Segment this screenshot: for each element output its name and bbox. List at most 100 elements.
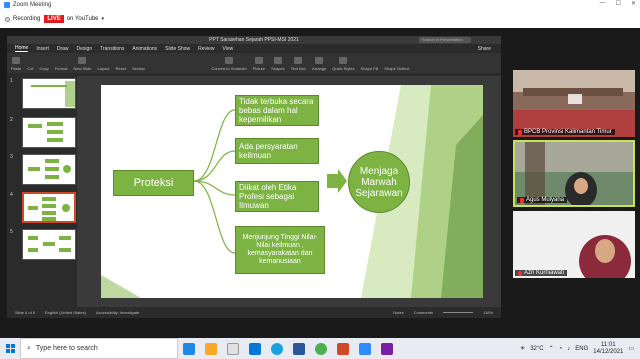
menu-design[interactable]: Design [77, 46, 93, 52]
ppt-title: PPT Sarasehan Sejarah PPSI-MSI 2021 [209, 37, 299, 43]
layout-button[interactable]: Layout [98, 66, 110, 71]
menu-animations[interactable]: Animations [132, 46, 157, 52]
shape-outline-label: Shape Outline [384, 66, 410, 71]
slide-thumbnail[interactable] [22, 117, 76, 148]
quick-styles-label: Quick Styles [332, 66, 355, 71]
menu-transitions[interactable]: Transitions [100, 46, 124, 52]
store-icon[interactable] [227, 342, 239, 355]
slide-thumbnail-selected[interactable] [22, 192, 76, 223]
clock[interactable]: 11:01 14/12/2021 [593, 342, 623, 356]
search-placeholder: Type here to search [35, 345, 98, 352]
language-status[interactable]: English (United States) [45, 310, 86, 315]
file-explorer-icon[interactable] [205, 342, 217, 355]
slide-thumbnail[interactable] [22, 78, 76, 109]
paste-icon [12, 57, 21, 64]
windows-logo-icon [5, 344, 15, 353]
mic-muted-icon [520, 197, 524, 203]
menu-slide-show[interactable]: Slide Show [165, 46, 190, 52]
ppt-ribbon: Paste Cut Copy Format New Slide Layout R… [7, 53, 501, 73]
ppt-status-bar: Slide 4 of 5 English (United States) Acc… [7, 307, 501, 318]
participant-tile[interactable]: Azri Kurniawati [513, 211, 635, 278]
thumb-number: 1 [10, 78, 13, 84]
point-box-1: Tidak terbuka secara bebas dalam hal kep… [235, 95, 319, 126]
language-indicator[interactable]: ENG [575, 346, 588, 352]
result-circle: Menjaga Marwah Sejarawan [348, 151, 410, 213]
arrange-label: Arrange [312, 66, 327, 71]
shape-outline-button[interactable]: Shape Outline [384, 66, 409, 71]
shapes-button[interactable]: Shapes [271, 57, 285, 71]
quick-styles-button[interactable]: Quick Styles [332, 57, 355, 71]
smartart-icon [224, 57, 233, 64]
text-box-button[interactable]: Text Box [291, 57, 306, 71]
time: 11:01 [601, 341, 616, 348]
chevron-down-icon[interactable]: ▾ [102, 16, 105, 22]
minimize-icon[interactable]: — [600, 0, 606, 7]
slide-thumbnail[interactable] [22, 229, 76, 260]
volume-icon[interactable]: ♪ [567, 346, 570, 352]
chevron-up-icon[interactable]: ⌃ [549, 345, 554, 352]
temperature[interactable]: 32°C [530, 346, 543, 352]
close-icon[interactable]: ✕ [631, 0, 636, 7]
participant-tile-active[interactable]: Agus Mulyana [513, 140, 635, 207]
new-slide-label: New Slide [73, 66, 92, 71]
ppt-search-input[interactable]: Search in Presentation [419, 37, 471, 43]
shared-screen: PPT Sarasehan Sejarah PPSI-MSI 2021 Sear… [7, 36, 501, 318]
comments-button[interactable]: Comments [414, 310, 433, 315]
menu-insert[interactable]: Insert [36, 46, 49, 52]
participant-tile[interactable]: BPCB Provinsi Kalimantan Timur [513, 70, 635, 137]
chrome-icon[interactable] [315, 342, 327, 355]
maximize-icon[interactable]: ☐ [616, 0, 621, 7]
windows-taskbar: ⌕ Type here to search ☀ 32°C ⌃ ◔ ♪ ENG 1… [0, 338, 640, 359]
notes-button[interactable]: Notes [393, 310, 403, 315]
zoom-slider[interactable] [443, 312, 474, 313]
accessibility-status[interactable]: Accessibility: Investigate [96, 310, 139, 315]
ppt-title-bar: PPT Sarasehan Sejarah PPSI-MSI 2021 Sear… [7, 36, 501, 44]
shape-fill-button[interactable]: Shape Fill [361, 66, 379, 71]
mail-icon[interactable] [249, 342, 261, 355]
copy-button[interactable]: Copy [39, 66, 48, 71]
picture-button[interactable]: Picture [253, 57, 265, 71]
reset-label: Reset [115, 66, 126, 71]
slide-thumbnail[interactable] [22, 154, 76, 185]
date: 14/12/2021 [593, 348, 624, 355]
menu-draw[interactable]: Draw [57, 46, 69, 52]
smartart-label: Convert to SmartArt [211, 66, 247, 71]
picture-icon [254, 57, 263, 64]
taskbar-search-input[interactable]: ⌕ Type here to search [20, 338, 178, 359]
section-button[interactable]: Section [132, 66, 145, 71]
picture-label: Picture [252, 66, 266, 71]
start-button[interactable] [0, 344, 20, 353]
on-youtube-label[interactable]: on YouTube [67, 16, 99, 22]
task-view-icon[interactable] [183, 342, 195, 355]
shapes-label: Shapes [271, 66, 285, 71]
arrange-button[interactable]: Arrange [312, 57, 326, 71]
shape-fill-label: Shape Fill [360, 66, 379, 71]
paste-button[interactable]: Paste [11, 57, 21, 71]
weather-icon[interactable]: ☀ [520, 345, 525, 352]
menu-home[interactable]: Home [15, 45, 29, 52]
slide-thumbnail-panel: 1 2 3 4 5 [7, 76, 77, 307]
menu-review[interactable]: Review [198, 46, 214, 52]
zoom-taskbar-icon[interactable] [359, 342, 371, 355]
thumb-number: 4 [10, 192, 13, 198]
menu-view[interactable]: View [223, 46, 234, 52]
ppt-menu-bar: Home Insert Draw Design Transitions Anim… [7, 44, 501, 53]
smartart-button[interactable]: Convert to SmartArt [211, 57, 247, 71]
share-button[interactable]: Share [478, 46, 491, 52]
copy-label: Copy [39, 66, 49, 71]
app-icon[interactable] [381, 342, 393, 355]
current-slide[interactable]: Proteksi Tidak terbuka secara bebas dala… [101, 85, 483, 298]
notification-icon[interactable]: ▭ [628, 345, 634, 352]
powerpoint-icon[interactable] [337, 342, 349, 355]
thumb-number: 2 [10, 117, 13, 123]
live-badge[interactable]: LIVE [44, 15, 64, 23]
network-icon[interactable]: ◔ [559, 346, 563, 352]
zoom-level[interactable]: 116% [483, 310, 493, 315]
new-slide-button[interactable]: New Slide [73, 57, 92, 71]
edge-icon[interactable] [271, 342, 283, 355]
word-icon[interactable] [293, 342, 305, 355]
reset-button[interactable]: Reset [116, 66, 126, 71]
cut-button[interactable]: Cut [27, 66, 33, 71]
recording-indicator[interactable]: Recording [5, 16, 40, 22]
format-button[interactable]: Format [55, 66, 68, 71]
